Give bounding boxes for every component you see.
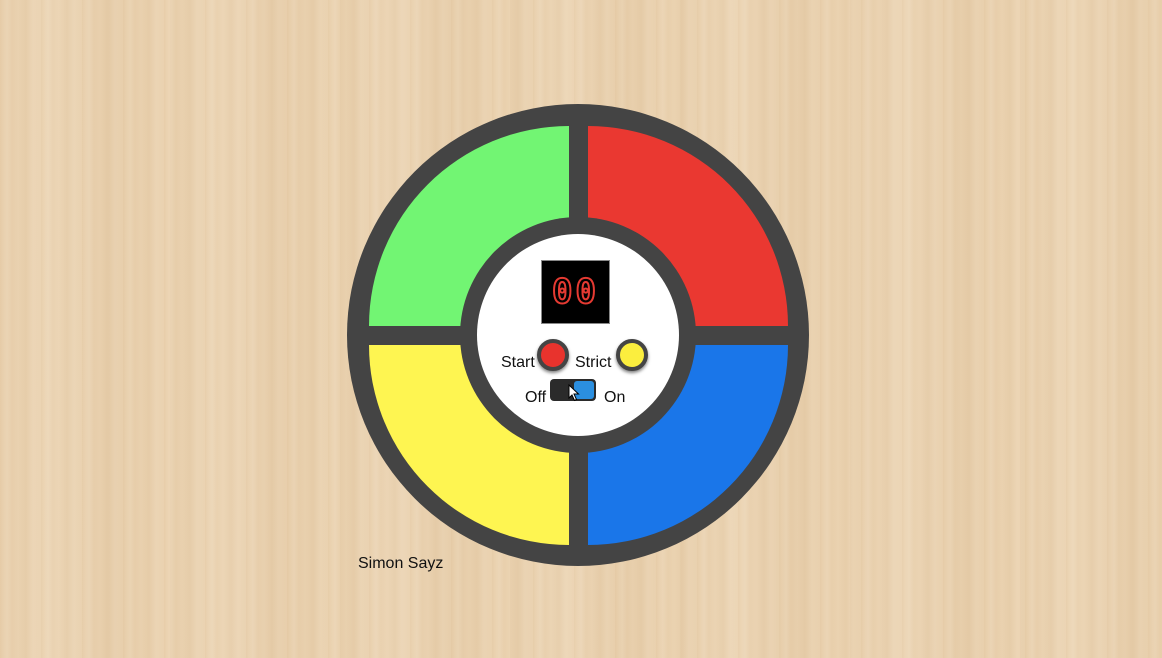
count-display: 00 <box>541 260 610 324</box>
control-panel-ring: 00 Start Strict Off On <box>460 217 696 453</box>
mouse-pointer-icon <box>568 384 580 402</box>
simon-board: 00 Start Strict Off On <box>347 104 809 566</box>
start-label: Start <box>501 354 535 371</box>
app-title: Simon Sayz <box>358 555 444 572</box>
strict-label: Strict <box>575 354 612 371</box>
strict-button[interactable] <box>616 339 648 371</box>
start-button[interactable] <box>537 339 569 371</box>
power-off-label: Off <box>525 389 547 406</box>
control-panel: 00 Start Strict Off On <box>477 234 679 436</box>
power-on-label: On <box>604 389 626 406</box>
count-value: 00 <box>551 271 599 313</box>
